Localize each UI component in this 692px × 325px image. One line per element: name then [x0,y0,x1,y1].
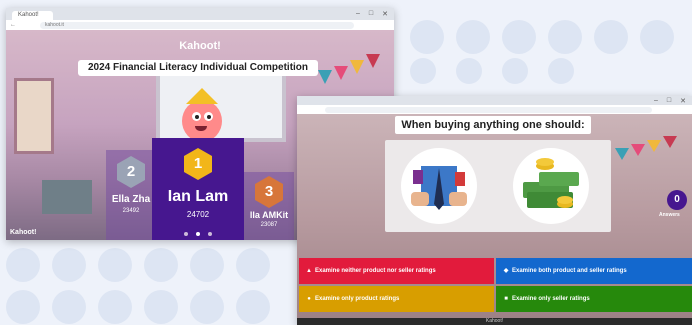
rank-badge: 2 [117,156,145,188]
answer-red[interactable]: ▲ Examine neither product nor seller rati… [299,258,494,284]
triangle-icon: ▲ [306,268,312,274]
url-field[interactable]: kahoot.it [40,21,354,29]
crown-icon [186,88,218,104]
question-image [385,140,611,232]
url-field[interactable] [325,106,652,113]
footer-bar: Kahoot! [297,318,692,325]
podium-first: 1 Ian Lam 24702 [152,138,244,240]
back-icon[interactable]: ← [10,22,16,28]
square-icon: ■ [504,296,508,302]
podium-second: 2 Ella Zha 23492 [106,150,156,240]
close-icon[interactable]: ✕ [382,10,388,18]
competition-title: 2024 Financial Literacy Individual Compe… [78,60,318,76]
diamond-icon: ◆ [503,268,509,274]
player-score: 23087 [260,222,278,228]
bunting-flag [366,54,380,68]
rank-badge: 3 [255,176,283,208]
player-name: Ella Zha [111,194,151,205]
monitor [42,180,92,214]
bunting-flag [631,144,645,156]
classroom-window [14,78,54,154]
pager-dot[interactable] [208,232,212,236]
answer-blue[interactable]: ◆ Examine both product and seller ratings [496,258,692,284]
podium-third: 3 lla AMKit 23087 [244,172,294,240]
bunting-flag [663,136,677,148]
answer-yellow[interactable]: ● Examine only product ratings [299,286,494,312]
answer-counter: 0 [667,190,687,210]
answer-text: Examine only seller ratings [512,296,590,302]
answer-text: Examine only product ratings [315,296,400,302]
player-name: Ian Lam [167,188,229,205]
close-icon[interactable]: ✕ [680,97,686,105]
pager-dot[interactable] [184,232,188,236]
answer-green[interactable]: ■ Examine only seller ratings [496,286,692,312]
browser-tab-bar: – □ ✕ [297,96,692,105]
bunting-flag [647,140,661,152]
window-controls: – □ ✕ [654,97,692,105]
question-window: – □ ✕ When buying anything one should: 0… [297,96,692,325]
pager [184,232,212,236]
kahoot-logo: Kahoot! [179,40,221,52]
player-name: lla AMKit [249,210,289,220]
pager-dot-active[interactable] [196,232,200,236]
bunting-flag [318,70,332,84]
player-score: 23492 [122,208,140,214]
browser-tab-bar: Kahoot! – □ ✕ [6,8,394,20]
maximize-icon[interactable]: □ [369,10,373,18]
player-score: 24702 [186,210,210,219]
answer-text: Examine both product and seller ratings [512,268,627,274]
minimize-icon[interactable]: – [356,10,360,18]
question-title: When buying anything one should: [395,116,591,134]
kahoot-logo-bottom: Kahoot! [10,229,37,236]
bunting-flag [334,66,348,80]
answer-text: Examine neither product nor seller ratin… [315,268,436,274]
minimize-icon[interactable]: – [654,97,658,105]
answer-counter-label: Answers [659,212,680,218]
rank-badge: 1 [184,148,212,180]
question-scene: When buying anything one should: 0 Answe… [297,114,692,325]
shopping-illustration [401,148,477,224]
bunting-flag [350,60,364,74]
maximize-icon[interactable]: □ [667,97,671,105]
bunting-flag [615,148,629,160]
circle-icon: ● [307,296,311,302]
money-illustration [513,148,589,224]
window-controls: – □ ✕ [356,10,394,18]
browser-tab[interactable]: Kahoot! [12,11,53,20]
